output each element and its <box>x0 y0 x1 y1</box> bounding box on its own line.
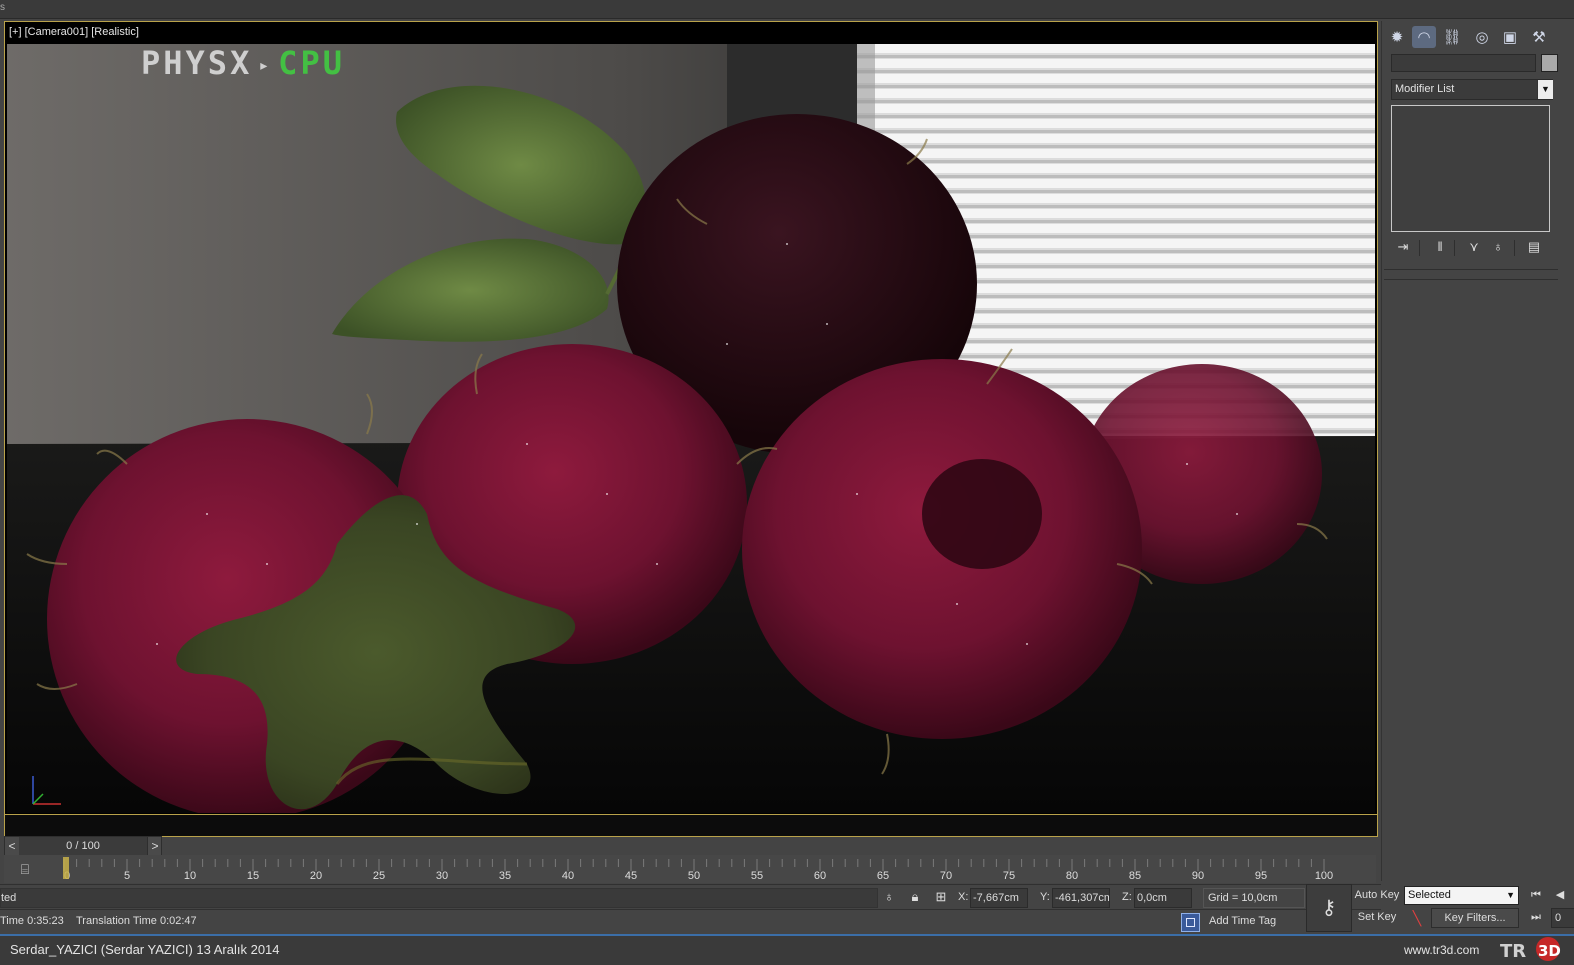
key-mode-icon[interactable]: ╲ <box>1406 909 1428 927</box>
ruler-label: 35 <box>499 870 511 882</box>
translation-time: Translation Time 0:02:47 <box>76 915 197 927</box>
menu-strip: s <box>0 0 1574 19</box>
viewport-bottom-bar <box>5 814 1377 836</box>
pin-stack-icon[interactable]: ⇥ <box>1393 238 1413 256</box>
ruler-label: 100 <box>1315 870 1333 882</box>
ruler-label: 65 <box>877 870 889 882</box>
motion-icon[interactable]: ◎ <box>1470 26 1494 48</box>
object-color-swatch[interactable] <box>1541 54 1558 72</box>
curve-editor-icon[interactable]: ⌸ <box>14 859 36 879</box>
physx-text: PHYSX <box>141 44 253 82</box>
modifier-list-dropdown[interactable]: Modifier List ▼ <box>1391 79 1553 100</box>
camera-viewport[interactable]: [+] [Camera001] [Realistic] PHYSX ▸ CPU <box>4 21 1378 837</box>
ruler-label: 60 <box>814 870 826 882</box>
ruler-label: 5 <box>124 870 130 882</box>
x-label: X: <box>958 891 969 903</box>
make-unique-icon[interactable]: ⋎ <box>1464 238 1484 256</box>
status-bar: ted ♁ 🔒︎ ⊞ X: -7,667cm Y: -461,307cm Z: … <box>0 884 1381 909</box>
current-frame-input[interactable]: 0 <box>1551 908 1574 928</box>
physx-cpu-overlay: PHYSX ▸ CPU <box>141 44 345 82</box>
ruler-label: 20 <box>310 870 322 882</box>
ruler-label: 70 <box>940 870 952 882</box>
arrow-icon: ▸ <box>258 54 273 76</box>
current-frame-marker[interactable] <box>63 857 69 879</box>
axis-tripod-icon <box>32 776 61 805</box>
selection-set-dropdown[interactable]: Selected ▼ <box>1404 886 1519 905</box>
viewport-header: [+] [Camera001] [Realistic] <box>5 22 1377 43</box>
raspberry-render <box>7 44 1375 813</box>
chevron-down-icon[interactable]: ▼ <box>1537 80 1553 99</box>
isolate-selection-icon[interactable]: ♁ <box>880 888 898 906</box>
command-panel: ✹ ◠ ⛓ ◎ ▣ ⚒ Modifier List ▼ ⇥ ‖ ⋎ ♁ ▤ <box>1381 21 1574 881</box>
absolute-mode-icon[interactable]: ⊞ <box>932 888 950 906</box>
key-filters-button[interactable]: Key Filters... <box>1431 908 1519 928</box>
ruler-label: 50 <box>688 870 700 882</box>
modify-icon[interactable]: ◠ <box>1412 26 1436 48</box>
selection-prompt: ted <box>0 888 878 908</box>
auto-key-button[interactable]: Auto Key <box>1352 886 1402 904</box>
track-bar[interactable]: ⌸ 05101520253035404550556065707580859095… <box>4 855 1376 883</box>
x-coordinate-input[interactable]: -7,667cm <box>970 888 1028 908</box>
previous-frame-button[interactable]: < <box>5 837 19 855</box>
cpu-text: CPU <box>278 44 345 82</box>
prompt-text: ted <box>1 892 17 904</box>
add-time-tag-label[interactable]: Add Time Tag <box>1209 915 1276 927</box>
y-label: Y: <box>1040 891 1050 903</box>
watermark-bar: Serdar_YAZICI (Serdar YAZICI) 13 Aralık … <box>0 934 1574 965</box>
lock-icon[interactable]: 🔒︎ <box>906 888 924 906</box>
z-label: Z: <box>1122 891 1132 903</box>
go-to-start-icon[interactable]: ⏮ <box>1526 886 1546 904</box>
y-coordinate-input[interactable]: -461,307cm <box>1052 888 1110 908</box>
utilities-icon[interactable]: ⚒ <box>1527 26 1551 48</box>
render-time: Time 0:35:23 <box>0 915 64 927</box>
author-credit: Serdar_YAZICI (Serdar YAZICI) 13 Aralık … <box>10 942 280 957</box>
ruler-label: 45 <box>625 870 637 882</box>
ruler-label: 85 <box>1129 870 1141 882</box>
set-key-button[interactable]: Set Key <box>1352 908 1402 926</box>
chevron-down-icon: ▼ <box>1506 890 1515 900</box>
modifier-stack[interactable] <box>1391 105 1550 232</box>
grid-size: Grid = 10,0cm <box>1203 888 1305 908</box>
previous-frame-icon[interactable]: ◀ <box>1550 886 1570 904</box>
website-link[interactable]: www.tr3d.com <box>1404 943 1479 957</box>
tr3d-logo: TR 3D <box>1500 937 1561 962</box>
z-coordinate-input[interactable]: 0,0cm <box>1134 888 1192 908</box>
display-icon[interactable]: ▣ <box>1498 26 1522 48</box>
ruler-label: 90 <box>1192 870 1204 882</box>
add-time-tag-icon[interactable] <box>1181 913 1200 932</box>
show-end-result-icon[interactable]: ‖ <box>1430 238 1450 256</box>
frame-counter[interactable]: 0 / 100 <box>19 837 147 855</box>
set-keys-key-icon[interactable]: ⚷ <box>1306 884 1352 932</box>
svg-text:TR: TR <box>1500 941 1526 962</box>
selection-set-value: Selected <box>1408 889 1451 901</box>
ruler-label: 30 <box>436 870 448 882</box>
remove-modifier-icon[interactable]: ♁ <box>1488 238 1508 256</box>
ruler-label: 80 <box>1066 870 1078 882</box>
viewport-label[interactable]: [+] [Camera001] [Realistic] <box>9 26 139 38</box>
frame-ruler[interactable]: 0510152025303540455055606570758085909510… <box>60 855 1350 883</box>
ruler-label: 10 <box>184 870 196 882</box>
object-name-input[interactable] <box>1391 54 1536 72</box>
ruler-label: 15 <box>247 870 259 882</box>
configure-modifier-sets-icon[interactable]: ▤ <box>1524 238 1544 256</box>
key-mode-toggle-icon[interactable]: ⏭ <box>1526 908 1546 926</box>
menu-fragment[interactable]: s <box>0 2 5 13</box>
svg-text:3D: 3D <box>1538 942 1561 960</box>
ruler-label: 95 <box>1255 870 1267 882</box>
ruler-label: 55 <box>751 870 763 882</box>
create-icon[interactable]: ✹ <box>1385 26 1409 48</box>
ruler-label: 75 <box>1003 870 1015 882</box>
status-bar-info: Time 0:35:23 Translation Time 0:02:47 Ad… <box>0 909 1381 934</box>
ruler-label: 40 <box>562 870 574 882</box>
modifier-list-label: Modifier List <box>1395 83 1455 95</box>
next-frame-button[interactable]: > <box>147 837 162 855</box>
time-slider[interactable]: < 0 / 100 > <box>4 836 162 856</box>
hierarchy-icon[interactable]: ⛓ <box>1440 26 1464 48</box>
ruler-label: 25 <box>373 870 385 882</box>
